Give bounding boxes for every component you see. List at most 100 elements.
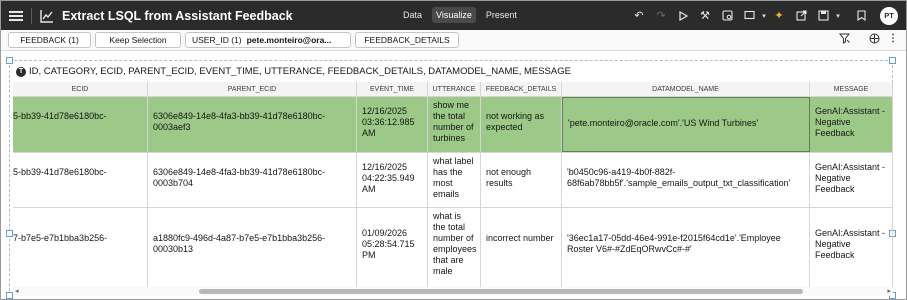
mode-data[interactable]: Data	[399, 7, 426, 23]
keep-selection-button[interactable]: Keep Selection	[95, 32, 181, 48]
chart-icon	[40, 9, 53, 23]
horizontal-scrollbar[interactable]: ◂ ▸	[13, 287, 893, 296]
filter-clear-icon[interactable]	[838, 33, 851, 47]
cell-parent-ecid-text: 6306e849-14e8-4fa3-bb39-41d78e6180bc-000…	[153, 111, 326, 132]
cell-ecid[interactable]: 5-bb39-41d78e6180bc-	[13, 153, 148, 207]
resize-handle[interactable]	[6, 57, 13, 64]
tools-icon[interactable]: ⚒	[694, 6, 716, 26]
cell-datamodel-name-text: 'pete.monteiro@oracle.com'.'US Wind Turb…	[568, 118, 759, 128]
play-icon[interactable]	[672, 6, 694, 26]
cell-parent-ecid[interactable]: 6306e849-14e8-4fa3-bb39-41d78e6180bc-000…	[148, 153, 357, 207]
cell-parent-ecid-text: 6306e849-14e8-4fa3-bb39-41d78e6180bc-000…	[153, 167, 326, 188]
table-header-row: ECID PARENT_ECID EVENT_TIME UTTERANCE FE…	[13, 82, 893, 97]
filter-user-id[interactable]: USER_ID (1) pete.monteiro@ora...	[185, 32, 351, 48]
cell-utterance-text: what is the total number of employees th…	[433, 211, 477, 276]
cell-feedback-details[interactable]: incorrect number	[481, 208, 562, 287]
more-icon[interactable]: ⋮	[888, 33, 898, 44]
undo-icon[interactable]: ↶	[628, 6, 650, 26]
cell-parent-ecid-text: a1880fc9-496d-4a87-b7e5-e7b1bba3b256-000…	[153, 233, 326, 254]
chevron-down-icon[interactable]: ▾	[760, 6, 768, 26]
cell-parent-ecid[interactable]: a1880fc9-496d-4a87-b7e5-e7b1bba3b256-000…	[148, 208, 357, 287]
column-header-datamodel-name[interactable]: DATAMODEL_NAME	[562, 82, 810, 96]
table-row[interactable]: 7-b7e5-e7b1bba3b256- a1880fc9-496d-4a87-…	[13, 208, 893, 288]
cell-event-time[interactable]: 01/09/2026 05:28:54.715 PM	[357, 208, 428, 287]
visualization-title: T ID, CATEGORY, ECID, PARENT_ECID, EVENT…	[16, 66, 571, 77]
cell-event-time[interactable]: 12/16/2025 03:36:12.985 AM	[357, 97, 428, 152]
filter-feedback[interactable]: FEEDBACK (1)	[8, 32, 91, 48]
table-info-icon[interactable]: T	[16, 66, 26, 77]
cell-event-time-text: 12/16/2025 04:22:35.949 AM	[362, 162, 415, 194]
cell-feedback-details[interactable]: not working as expected	[481, 97, 562, 152]
mode-visualize[interactable]: Visualize	[432, 7, 476, 23]
cell-event-time-text: 01/09/2026 05:28:54.715 PM	[362, 228, 415, 260]
column-header-message[interactable]: MESSAGE	[810, 82, 893, 96]
filter-feedback-label: FEEDBACK (1)	[20, 35, 79, 45]
save-chevron-icon[interactable]: ▾	[834, 6, 842, 26]
cell-message-text: GenAI:Assistant - Negative Feedback	[815, 106, 886, 138]
cell-parent-ecid[interactable]: 6306e849-14e8-4fa3-bb39-41d78e6180bc-000…	[148, 97, 357, 152]
column-header-utterance[interactable]: UTTERANCE	[428, 82, 481, 96]
header-toolbar: ↶ ↷ ⚒ ▾ ✦ ▾ PT	[628, 5, 898, 26]
cell-utterance[interactable]: what label has the most emails	[428, 153, 481, 207]
filter-feedback-details-label: FEEDBACK_DETAILS	[364, 35, 450, 45]
mode-present[interactable]: Present	[482, 7, 521, 23]
comment-icon[interactable]	[738, 6, 760, 26]
resize-handle[interactable]	[6, 230, 13, 237]
cell-event-time[interactable]: 12/16/2025 04:22:35.949 AM	[357, 153, 428, 207]
header-divider	[31, 7, 32, 24]
cell-ecid-text: 5-bb39-41d78e6180bc-	[13, 111, 107, 121]
auto-insights-icon[interactable]: ✦	[768, 6, 790, 26]
cell-ecid[interactable]: 5-bb39-41d78e6180bc-	[13, 97, 148, 152]
mode-switcher: Data Visualize Present	[399, 7, 521, 23]
cell-utterance-text: what label has the most emails	[433, 156, 474, 199]
table-row[interactable]: 5-bb39-41d78e6180bc- 6306e849-14e8-4fa3-…	[13, 153, 893, 208]
cell-event-time-text: 12/16/2025 03:36:12.985 AM	[362, 106, 415, 138]
cell-feedback-details-text: not enough results	[486, 167, 532, 188]
cell-message[interactable]: GenAI:Assistant - Negative Feedback	[810, 208, 893, 287]
data-action-icon[interactable]	[716, 6, 738, 26]
cell-datamodel-name[interactable]: '36ec1a17-05dd-46e4-991e-f2015f64cd1e'.'…	[562, 208, 810, 287]
cell-message[interactable]: GenAI:Assistant - Negative Feedback	[810, 153, 893, 207]
cell-datamodel-name-text: 'b0450c96-a419-4b0f-882f-68f6ab78bb5f'.'…	[567, 167, 791, 188]
column-header-event-time[interactable]: EVENT_TIME	[357, 82, 428, 96]
cell-message-text: GenAI:Assistant - Negative Feedback	[815, 228, 886, 260]
cell-datamodel-name-text: '36ec1a17-05dd-46e4-991e-f2015f64cd1e'.'…	[567, 233, 781, 254]
cell-message[interactable]: GenAI:Assistant - Negative Feedback	[810, 97, 893, 152]
table-row[interactable]: 5-bb39-41d78e6180bc- 6306e849-14e8-4fa3-…	[13, 97, 893, 153]
resize-handle[interactable]	[6, 292, 13, 299]
filter-feedback-details[interactable]: FEEDBACK_DETAILS	[355, 32, 459, 48]
column-header-ecid[interactable]: ECID	[13, 82, 148, 96]
cell-ecid-text: 7-b7e5-e7b1bba3b256-	[13, 233, 108, 243]
data-table: ECID PARENT_ECID EVENT_TIME UTTERANCE FE…	[13, 82, 893, 288]
cell-utterance[interactable]: show me the total number of turbines	[428, 97, 481, 152]
column-header-parent-ecid[interactable]: PARENT_ECID	[148, 82, 357, 96]
scrollbar-thumb[interactable]	[199, 289, 803, 294]
cell-utterance-text: show me the total number of turbines	[433, 100, 474, 143]
cell-message-text: GenAI:Assistant - Negative Feedback	[815, 162, 886, 194]
redo-icon[interactable]: ↷	[650, 6, 672, 26]
cell-feedback-details[interactable]: not enough results	[481, 153, 562, 207]
cell-datamodel-name[interactable]: 'pete.monteiro@oracle.com'.'US Wind Turb…	[562, 97, 810, 152]
scroll-right-icon[interactable]: ▸	[887, 287, 891, 296]
avatar[interactable]: PT	[880, 6, 898, 25]
menu-icon[interactable]	[9, 10, 23, 21]
workbook-title: Extract LSQL from Assistant Feedback	[62, 8, 293, 23]
bookmark-icon[interactable]	[850, 6, 872, 26]
visualization-title-text: ID, CATEGORY, ECID, PARENT_ECID, EVENT_T…	[29, 66, 571, 77]
cell-ecid[interactable]: 7-b7e5-e7b1bba3b256-	[13, 208, 148, 287]
app-header: Extract LSQL from Assistant Feedback Dat…	[1, 1, 906, 30]
filter-user-id-value: pete.monteiro@ora...	[246, 35, 332, 45]
cell-ecid-text: 5-bb39-41d78e6180bc-	[13, 167, 107, 177]
cell-utterance[interactable]: what is the total number of employees th…	[428, 208, 481, 287]
grid-settings-icon[interactable]	[869, 33, 880, 47]
scroll-left-icon[interactable]: ◂	[15, 287, 19, 296]
cell-datamodel-name[interactable]: 'b0450c96-a419-4b0f-882f-68f6ab78bb5f'.'…	[562, 153, 810, 207]
resize-handle[interactable]	[889, 57, 896, 64]
cell-feedback-details-text: not working as expected	[486, 111, 545, 132]
column-header-feedback-details[interactable]: FEEDBACK_DETAILS	[481, 82, 562, 96]
cell-feedback-details-text: incorrect number	[486, 233, 554, 243]
save-icon[interactable]	[812, 6, 834, 26]
filter-bar: FEEDBACK (1) Keep Selection USER_ID (1) …	[1, 30, 906, 51]
export-icon[interactable]	[790, 6, 812, 26]
keep-selection-label: Keep Selection	[109, 35, 167, 45]
